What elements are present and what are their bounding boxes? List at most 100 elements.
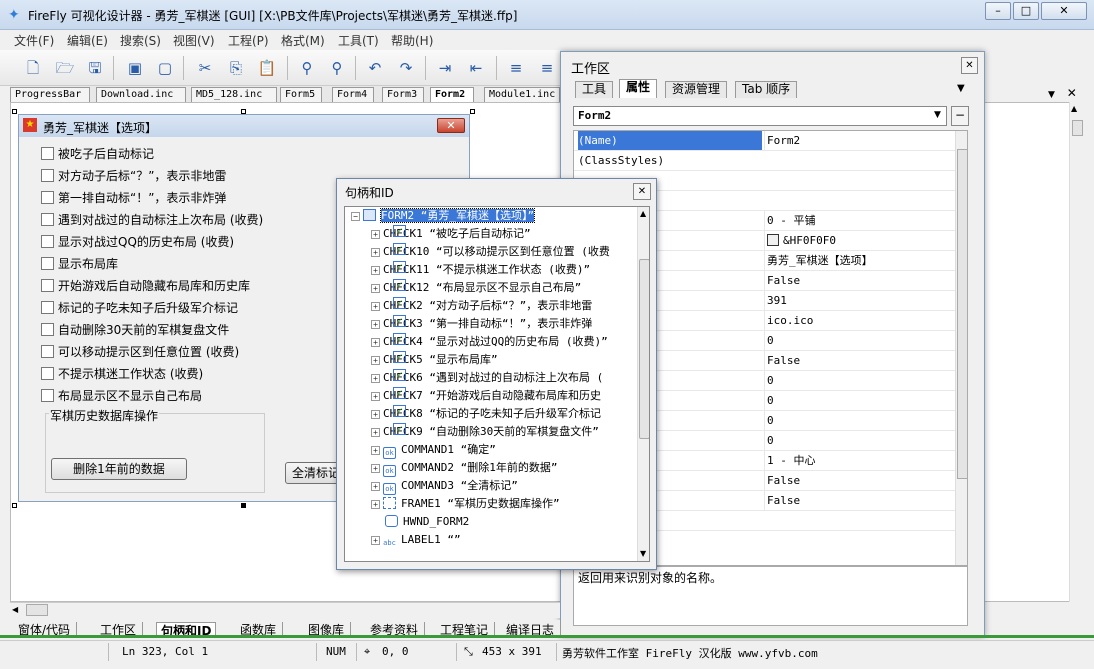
checkbox[interactable]: 遇到对战过的自动标注上次布局 (收费) bbox=[41, 211, 263, 227]
tab-form4[interactable]: Form4 bbox=[332, 87, 374, 102]
tree-item[interactable]: + ✓ CHECK7 “开始游戏后自动隐藏布局库和历史 bbox=[371, 387, 601, 405]
design-vscrollbar[interactable]: ▲ bbox=[1069, 102, 1085, 602]
checkbox[interactable]: 开始游戏后自动隐藏布局库和历史库 bbox=[41, 277, 250, 293]
expand-icon[interactable]: + bbox=[371, 266, 380, 275]
expand-icon[interactable]: + bbox=[371, 230, 380, 239]
expand-icon[interactable]: + bbox=[371, 356, 380, 365]
scroll-thumb[interactable] bbox=[639, 259, 649, 439]
resize-handle[interactable] bbox=[12, 503, 17, 508]
tree-item[interactable]: + ✓ CHECK10 “可以移动提示区到任意位置 (收费 bbox=[371, 243, 610, 261]
checkbox-box[interactable] bbox=[41, 147, 54, 160]
workspace-close-button[interactable]: ✕ bbox=[961, 57, 978, 74]
add-form-icon[interactable]: ▢ bbox=[154, 57, 176, 79]
scroll-left-icon[interactable]: ◀ bbox=[12, 605, 18, 614]
checkbox[interactable]: 自动删除30天前的军棋复盘文件 bbox=[41, 321, 229, 337]
property-row[interactable]: (ClassStyles) bbox=[574, 151, 956, 171]
new-file-icon[interactable]: 🗋 bbox=[22, 57, 44, 79]
menu-file[interactable]: 文件(F) bbox=[14, 32, 54, 49]
menu-help[interactable]: 帮助(H) bbox=[391, 32, 433, 49]
design-hscrollbar[interactable]: ◀ bbox=[10, 602, 560, 618]
checkbox-box[interactable] bbox=[41, 235, 54, 248]
checkbox-box[interactable] bbox=[41, 191, 54, 204]
checkbox[interactable]: 标记的子吃未知子后升级军介标记 bbox=[41, 299, 238, 315]
menu-tools[interactable]: 工具(T) bbox=[338, 32, 379, 49]
tab-tools[interactable]: 工具 bbox=[575, 81, 614, 98]
checkbox[interactable]: 第一排自动标“！”，表示非炸弹 bbox=[41, 189, 226, 205]
minimize-button[interactable]: – bbox=[985, 2, 1011, 20]
expand-icon[interactable]: + bbox=[371, 482, 380, 491]
object-selector[interactable]: Form2 bbox=[573, 106, 947, 126]
checkbox[interactable]: 对方动子后标“？”，表示非地雷 bbox=[41, 167, 226, 183]
menu-format[interactable]: 格式(M) bbox=[281, 32, 325, 49]
menu-edit[interactable]: 编辑(E) bbox=[67, 32, 108, 49]
tab-form5[interactable]: Form5 bbox=[280, 87, 322, 102]
expand-icon[interactable]: + bbox=[371, 410, 380, 419]
resize-handle[interactable] bbox=[12, 109, 17, 114]
dialog-close-button[interactable]: ✕ bbox=[633, 183, 651, 200]
checkbox[interactable]: 显示布局库 bbox=[41, 255, 118, 271]
expand-icon[interactable]: + bbox=[371, 374, 380, 383]
tree-item[interactable]: + ✓ CHECK8 “标记的子吃未知子后升级军介标记 bbox=[371, 405, 601, 423]
expand-icon[interactable]: + bbox=[371, 392, 380, 401]
checkbox[interactable]: 被吃子后自动标记 bbox=[41, 145, 154, 161]
chevron-down-icon[interactable]: ▼ bbox=[934, 110, 941, 120]
tree-item[interactable]: + ok COMMAND2 “删除1年前的数据” bbox=[371, 459, 557, 477]
expand-icon[interactable]: + bbox=[371, 302, 380, 311]
tab-list-icon[interactable]: ▼ bbox=[957, 83, 965, 94]
close-button[interactable]: ✕ bbox=[1041, 2, 1087, 20]
maximize-button[interactable]: □ bbox=[1013, 2, 1039, 20]
replace-icon[interactable]: ⚲ bbox=[326, 57, 348, 79]
checkbox-box[interactable] bbox=[41, 345, 54, 358]
outdent-icon[interactable]: ⇤ bbox=[465, 57, 487, 79]
scroll-up-icon[interactable]: ▲ bbox=[640, 209, 646, 218]
checkbox-box[interactable] bbox=[41, 257, 54, 270]
uncomment-icon[interactable]: ≡ bbox=[536, 57, 558, 79]
tab-close-icon[interactable]: ✕ bbox=[1067, 86, 1077, 100]
save-icon[interactable]: 🖫 bbox=[84, 57, 106, 79]
tab-download-inc[interactable]: Download.inc bbox=[96, 87, 186, 102]
tree-item[interactable]: + ✓ CHECK4 “显示对战过QQ的历史布局 (收费)” bbox=[371, 333, 608, 351]
expand-icon[interactable]: + bbox=[371, 446, 380, 455]
checkbox-box[interactable] bbox=[41, 279, 54, 292]
checkbox-box[interactable] bbox=[41, 169, 54, 182]
scroll-thumb[interactable] bbox=[1072, 120, 1083, 136]
tree-item[interactable]: + abc LABEL1 “” bbox=[371, 531, 461, 549]
tab-resources[interactable]: 资源管理 bbox=[665, 81, 728, 98]
tree-item[interactable]: + ✓ CHECK11 “不提示棋迷工作状态 (收费)” bbox=[371, 261, 590, 279]
checkbox[interactable]: 布局显示区不显示自己布局 bbox=[41, 387, 202, 403]
tree-vscrollbar[interactable]: ▲ ▼ bbox=[637, 207, 649, 561]
comment-icon[interactable]: ≡ bbox=[505, 57, 527, 79]
delete-old-data-button[interactable]: 删除1年前的数据 bbox=[51, 458, 187, 480]
tab-properties[interactable]: 属性 bbox=[619, 79, 658, 98]
tab-tab-order[interactable]: Tab 顺序 bbox=[735, 81, 798, 98]
tree-item[interactable]: + ✓ CHECK6 “遇到对战过的自动标注上次布局 ( bbox=[371, 369, 603, 387]
property-vscrollbar[interactable] bbox=[955, 131, 967, 565]
tree-item[interactable]: HWND_FORM2 bbox=[385, 513, 469, 531]
expand-icon[interactable]: + bbox=[371, 428, 380, 437]
tree-item[interactable]: + ok COMMAND1 “确定” bbox=[371, 441, 496, 459]
tree-item[interactable]: + ✓ CHECK9 “自动删除30天前的军棋复盘文件” bbox=[371, 423, 599, 441]
checkbox[interactable]: 可以移动提示区到任意位置 (收费) bbox=[41, 343, 239, 359]
form-close-button[interactable]: ✕ bbox=[437, 118, 465, 133]
checkbox-box[interactable] bbox=[41, 389, 54, 402]
resize-handle[interactable] bbox=[470, 109, 475, 114]
scroll-up-icon[interactable]: ▲ bbox=[1071, 104, 1077, 113]
tree-item[interactable]: + ✓ CHECK2 “对方动子后标“？”，表示非地雷 bbox=[371, 297, 592, 315]
checkbox-box[interactable] bbox=[41, 323, 54, 336]
resize-handle[interactable] bbox=[241, 503, 246, 508]
tree-item[interactable]: + ✓ CHECK1 “被吃子后自动标记” bbox=[371, 225, 531, 243]
redo-icon[interactable]: ↷ bbox=[395, 57, 417, 79]
collapse-button[interactable]: − bbox=[951, 106, 969, 126]
tab-md5[interactable]: MD5_128.inc bbox=[191, 87, 277, 102]
property-row[interactable]: (Name) Form2 bbox=[574, 131, 956, 151]
checkbox-box[interactable] bbox=[41, 367, 54, 380]
expand-icon[interactable]: + bbox=[371, 464, 380, 473]
open-folder-icon[interactable]: 🗁 bbox=[54, 57, 76, 79]
tree-item[interactable]: + FRAME1 “军棋历史数据库操作” bbox=[371, 495, 560, 513]
expand-icon[interactable]: + bbox=[371, 536, 380, 545]
tree-item[interactable]: + ✓ CHECK3 “第一排自动标“！”，表示非炸弹 bbox=[371, 315, 592, 333]
menu-search[interactable]: 搜索(S) bbox=[120, 32, 161, 49]
tab-module1[interactable]: Module1.inc bbox=[484, 87, 560, 102]
checkbox-box[interactable] bbox=[41, 213, 54, 226]
scroll-thumb[interactable] bbox=[957, 149, 967, 479]
